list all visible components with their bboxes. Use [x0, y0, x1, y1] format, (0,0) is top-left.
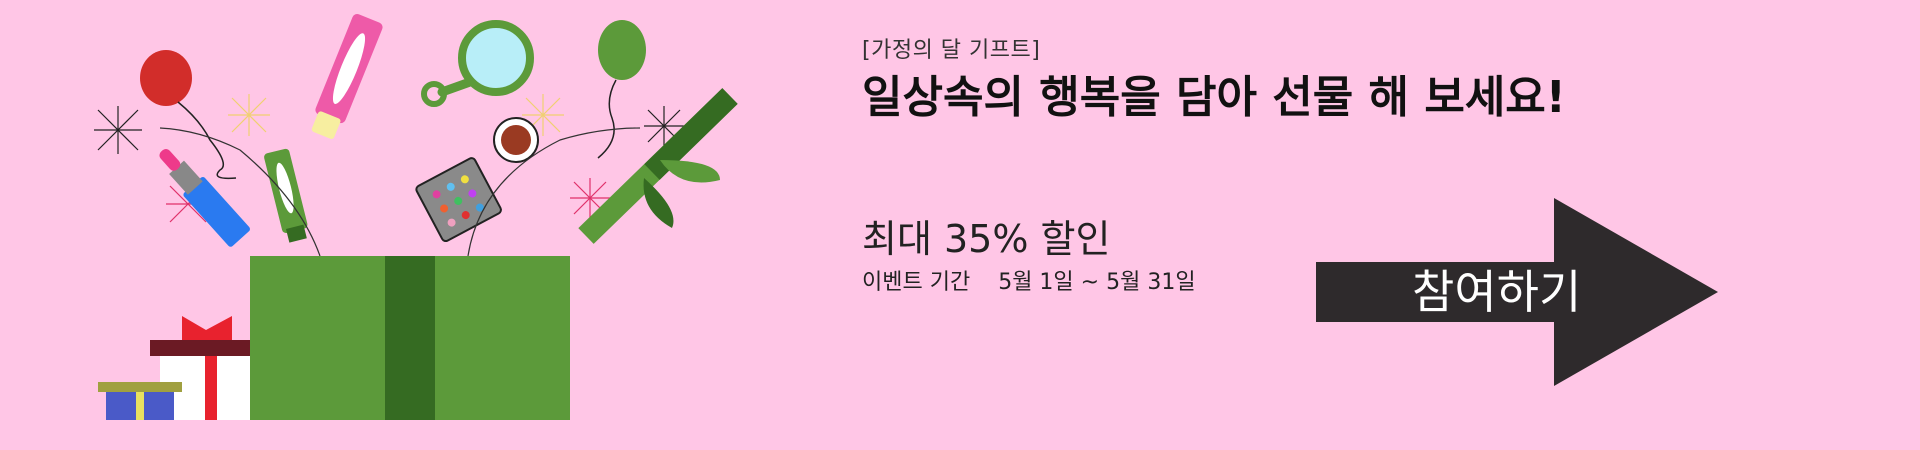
- text-block: [가정의 달 기프트] 일상속의 행복을 담아 선물 해 보세요!: [862, 36, 1642, 126]
- blue-box-icon: [98, 382, 182, 420]
- compact-icon: [493, 117, 539, 163]
- event-period: 이벤트 기간 5월 1일 ~ 5월 31일: [862, 268, 1196, 298]
- discount-text: 최대 35% 할인: [862, 217, 1111, 261]
- green-balloon-icon: [597, 20, 646, 159]
- join-button-label: 참여하기: [1412, 265, 1582, 319]
- sparkle-icon: [228, 94, 270, 136]
- period-label: 이벤트 기간: [862, 270, 971, 295]
- gift-illustration: [94, 14, 738, 420]
- green-tube-icon: [264, 148, 308, 243]
- green-branch-icon: [578, 88, 738, 244]
- pink-tube-icon: [311, 14, 383, 139]
- hand-mirror-icon: [421, 20, 534, 107]
- red-balloon-icon: [140, 50, 237, 180]
- sparkle-icon: [94, 106, 142, 154]
- promo-banner: [가정의 달 기프트] 일상속의 행복을 담아 선물 해 보세요! 최대 35%…: [0, 0, 1920, 450]
- join-button[interactable]: 참여하기: [1316, 196, 1718, 388]
- lipstick-icon: [159, 148, 250, 247]
- period-dates: 5월 1일 ~ 5월 31일: [998, 270, 1196, 295]
- gift-box-icon: [250, 256, 570, 420]
- eyebrow-label: [가정의 달 기프트]: [862, 38, 1041, 63]
- headline: 일상속의 행복을 담아 선물 해 보세요!: [862, 72, 1566, 123]
